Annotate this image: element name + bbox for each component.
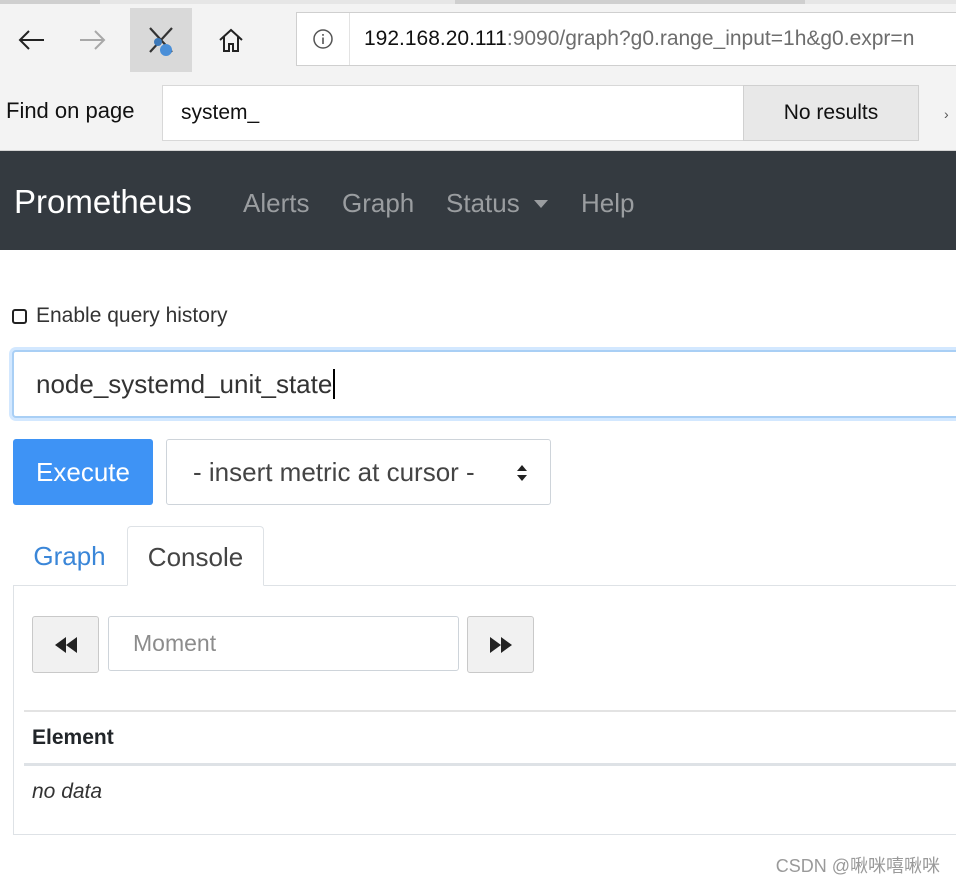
tab-strip [0,0,956,4]
stop-loading-icon [149,27,173,56]
column-header-element: Element [32,726,114,749]
rewind-icon [54,636,77,653]
stop-loading-button[interactable] [130,8,192,72]
url-host: 192.168.20.111 [364,27,507,50]
nav-status-dropdown[interactable]: Status [446,188,548,219]
empty-result-text: no data [32,780,103,803]
nav-status-label: Status [446,188,520,218]
text-cursor [333,369,336,399]
tab-console[interactable]: Console [127,526,264,586]
brand-logo-text[interactable]: Prometheus [14,183,192,221]
browser-toolbar: 192.168.20.111:9090/graph?g0.range_input… [0,0,956,78]
query-history-checkbox[interactable] [12,308,27,324]
sort-arrows-icon [517,465,527,481]
nav-graph[interactable]: Graph [342,188,414,219]
forward-arrow-icon [80,30,106,50]
find-label: Find on page [6,98,135,123]
tab-graph[interactable]: Graph [13,526,126,586]
moment-input[interactable]: Moment [108,616,459,671]
find-options-chevron-icon[interactable]: › [944,106,956,122]
query-history-toggle[interactable]: Enable query history [12,304,227,328]
back-arrow-icon [18,30,44,50]
url-text: 192.168.20.111:9090/graph?g0.range_input… [350,27,914,51]
time-forward-button[interactable] [467,616,534,673]
expression-input[interactable]: node_systemd_unit_state [12,350,956,418]
forward-button[interactable] [62,8,124,72]
table-top-divider [24,710,956,712]
address-bar[interactable]: 192.168.20.111:9090/graph?g0.range_input… [296,12,956,66]
url-path: :9090/graph?g0.range_input=1h&g0.expr=n [506,27,915,50]
home-button[interactable] [200,8,262,72]
insert-metric-placeholder: - insert metric at cursor - [193,457,475,487]
watermark: CSDN @啾咪嘻啾咪 [775,856,940,876]
find-input[interactable]: system_ [162,85,744,141]
nav-help[interactable]: Help [581,188,634,219]
prometheus-navbar: Prometheus Alerts Graph Status Help [0,151,956,250]
time-back-button[interactable] [32,616,99,673]
execute-button[interactable]: Execute [13,439,153,505]
home-icon [219,28,243,52]
nav-alerts[interactable]: Alerts [243,188,309,219]
site-info-icon[interactable] [297,13,350,65]
insert-metric-select[interactable]: - insert metric at cursor - [166,439,551,505]
find-bar: Find on page system_ No results › [0,78,956,151]
back-button[interactable] [0,8,62,72]
expression-text: node_systemd_unit_state [36,369,333,399]
fast-forward-icon [489,636,512,653]
find-results-count: No results [743,85,919,141]
query-history-label: Enable query history [36,304,228,327]
caret-down-icon [533,200,548,208]
table-header-divider [24,763,956,766]
